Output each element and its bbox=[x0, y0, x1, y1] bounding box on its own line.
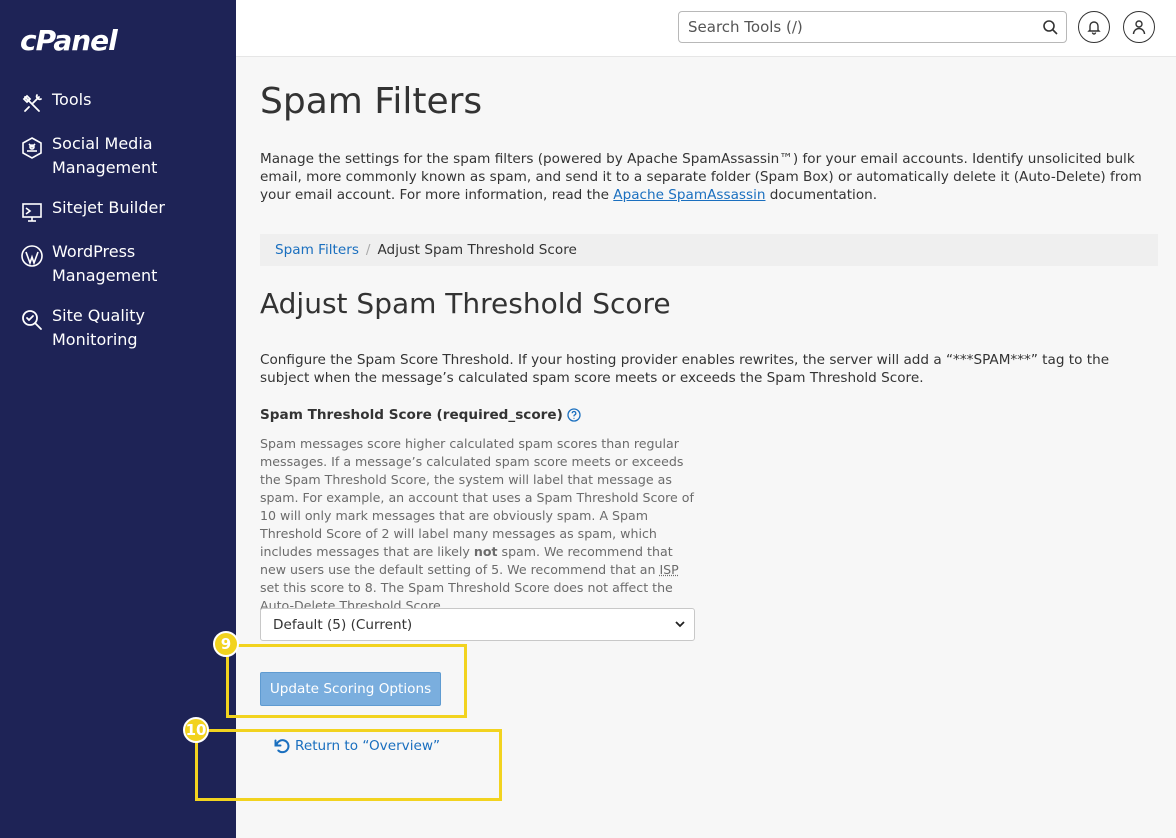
selected-value: Default (5) (Current) bbox=[273, 616, 413, 633]
sidebar-item-wordpress[interactable]: WordPress Management bbox=[0, 240, 236, 288]
chevron-down-icon bbox=[675, 621, 685, 628]
site-quality-icon bbox=[20, 308, 44, 332]
page-intro: Manage the settings for the spam filters… bbox=[260, 151, 1142, 203]
bell-icon bbox=[1087, 21, 1101, 35]
cpanel-logo[interactable]: cPanel bbox=[20, 24, 118, 57]
section-description: Configure the Spam Score Threshold. If y… bbox=[260, 352, 1110, 386]
annotation-badge-9: 9 bbox=[213, 631, 239, 657]
sidebar-item-tools[interactable]: Tools bbox=[0, 88, 236, 116]
social-media-icon bbox=[20, 136, 44, 160]
threshold-field-label: Spam Threshold Score (required_score) bbox=[260, 407, 581, 423]
sidebar-item-label: Sitejet Builder bbox=[52, 198, 165, 217]
help-icon[interactable] bbox=[567, 408, 581, 422]
sidebar-item-label: WordPress Management bbox=[52, 242, 158, 285]
apache-spamassassin-link[interactable]: Apache SpamAssassin bbox=[613, 187, 765, 203]
breadcrumb-spam-filters[interactable]: Spam Filters bbox=[275, 242, 359, 258]
sidebar-item-label: Social Media Management bbox=[52, 134, 158, 177]
breadcrumb-separator: / bbox=[365, 242, 371, 258]
wordpress-icon bbox=[20, 244, 44, 268]
sidebar-item-social-media[interactable]: Social Media Management bbox=[0, 132, 236, 180]
section-title: Adjust Spam Threshold Score bbox=[260, 287, 671, 320]
sitejet-icon bbox=[20, 200, 44, 224]
search-box bbox=[678, 11, 1067, 43]
sidebar-nav: Tools Social Media Management Sitejet Bu… bbox=[0, 88, 236, 368]
sidebar-item-label: Tools bbox=[52, 90, 92, 109]
annotation-box-10 bbox=[195, 729, 502, 801]
user-icon bbox=[1132, 20, 1146, 35]
page-title: Spam Filters bbox=[260, 81, 483, 122]
top-bar bbox=[236, 0, 1176, 57]
threshold-help-text: Spam messages score higher calculated sp… bbox=[260, 436, 694, 613]
annotation-box-9 bbox=[226, 644, 467, 718]
sidebar-item-sitejet[interactable]: Sitejet Builder bbox=[0, 196, 236, 224]
threshold-score-select[interactable]: Default (5) (Current) bbox=[260, 608, 695, 641]
tools-icon bbox=[20, 92, 44, 116]
sidebar: cPanel Tools Social Media Management Sit… bbox=[0, 0, 236, 838]
user-menu-button[interactable] bbox=[1123, 11, 1155, 43]
notifications-button[interactable] bbox=[1078, 11, 1110, 43]
annotation-badge-10: 10 bbox=[183, 717, 209, 743]
search-icon[interactable] bbox=[1042, 19, 1058, 35]
sidebar-item-label: Site Quality Monitoring bbox=[52, 306, 145, 349]
sidebar-item-site-quality[interactable]: Site Quality Monitoring bbox=[0, 304, 236, 352]
search-input[interactable] bbox=[688, 12, 1028, 42]
breadcrumb-current: Adjust Spam Threshold Score bbox=[377, 242, 577, 258]
breadcrumb: Spam Filters / Adjust Spam Threshold Sco… bbox=[260, 234, 1158, 266]
